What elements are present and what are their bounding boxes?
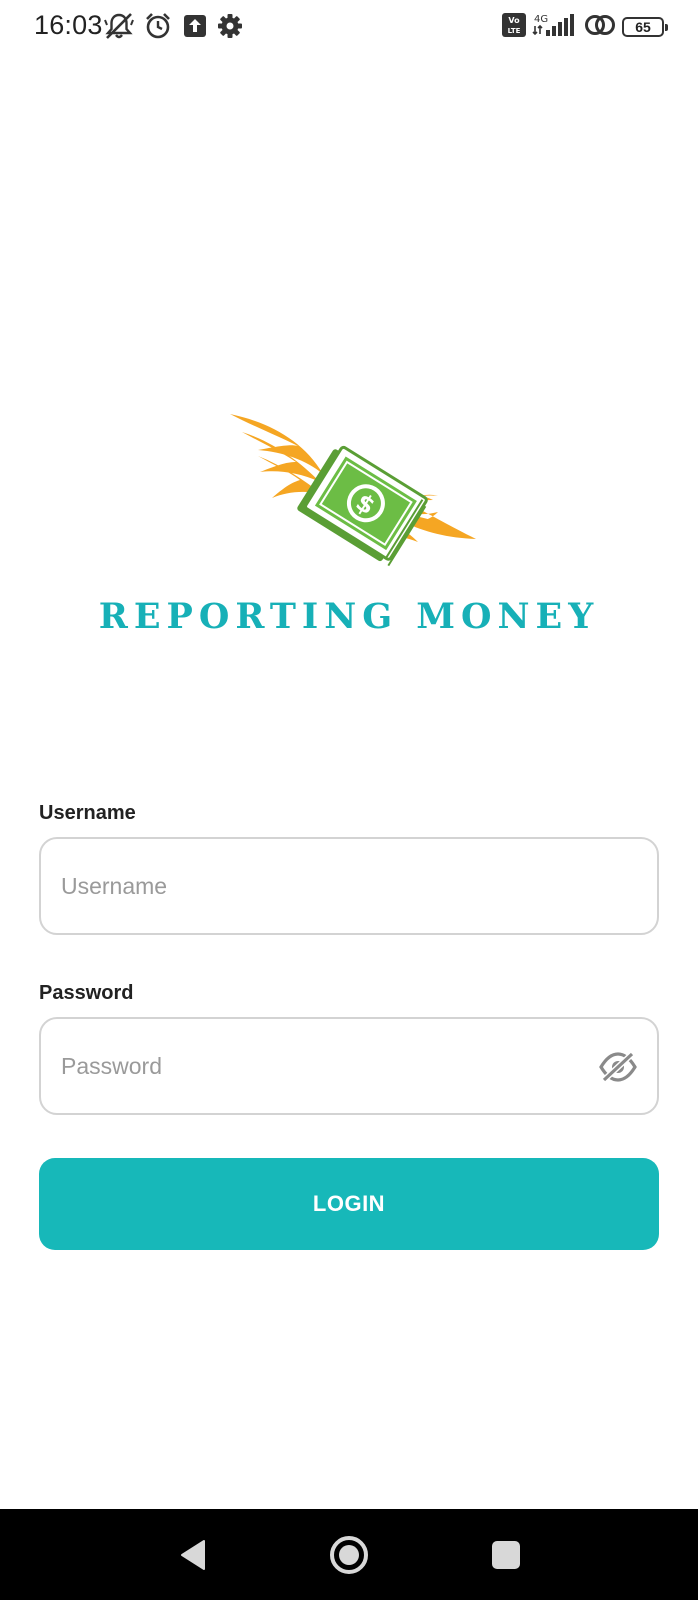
- app-title: REPORTING MONEY: [98, 596, 600, 637]
- login-button[interactable]: LOGIN: [39, 1158, 659, 1250]
- upload-icon: [183, 14, 207, 43]
- recents-icon[interactable]: [484, 1533, 528, 1577]
- password-label: Password: [39, 982, 134, 1004]
- navigation-bar: [0, 1509, 698, 1600]
- svg-text:4G: 4G: [534, 14, 548, 25]
- login-screen: 16:03 Vo LTE 4G 65 $ REPORTING MONEY Use…: [0, 0, 698, 1600]
- status-bar: 16:03 Vo LTE 4G 65: [0, 0, 698, 52]
- username-field[interactable]: [39, 837, 659, 935]
- battery-level: 65: [635, 19, 651, 35]
- svg-text:LTE: LTE: [508, 27, 521, 35]
- flying-money-icon: $: [228, 412, 478, 587]
- status-right-icons: Vo LTE 4G 65: [502, 12, 668, 43]
- battery-icon: 65: [622, 17, 668, 37]
- notifications-off-icon: [104, 12, 134, 45]
- alarm-icon: [144, 12, 172, 45]
- home-icon[interactable]: [327, 1533, 371, 1577]
- username-label: Username: [39, 802, 136, 824]
- link-icon: [584, 12, 616, 43]
- status-time: 16:03: [34, 10, 103, 40]
- settings-gear-icon: [217, 13, 243, 44]
- username-input[interactable]: [61, 839, 601, 933]
- svg-text:Vo: Vo: [508, 16, 520, 25]
- password-input[interactable]: [61, 1019, 601, 1113]
- back-icon[interactable]: [174, 1533, 218, 1577]
- password-field[interactable]: [39, 1017, 659, 1115]
- 4g-signal-icon: 4G: [532, 12, 578, 43]
- volte-icon: Vo LTE: [502, 12, 526, 42]
- eye-off-icon[interactable]: [599, 1051, 637, 1083]
